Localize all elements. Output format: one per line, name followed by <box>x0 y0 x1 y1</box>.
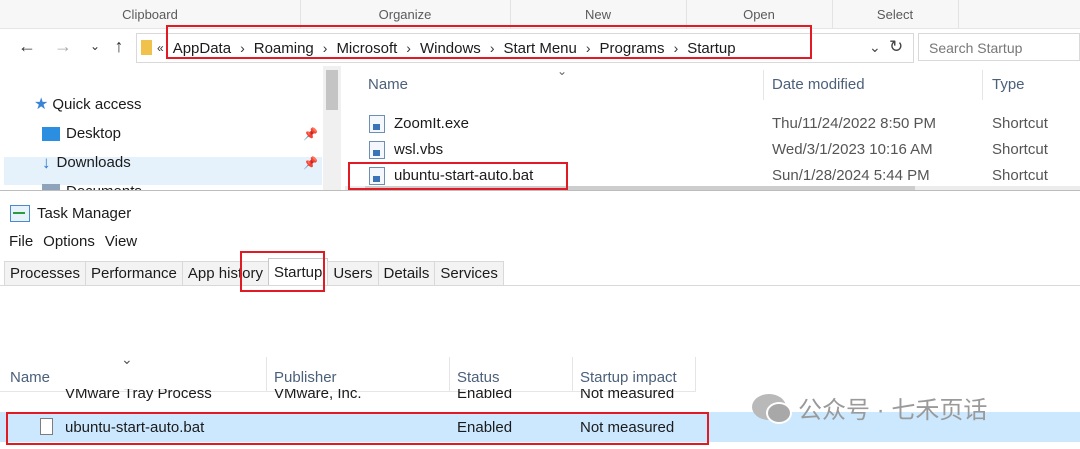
menu-file[interactable]: File <box>9 233 33 250</box>
tab-processes[interactable]: Processes <box>4 261 87 286</box>
startup-app-status: Enabled <box>457 389 513 402</box>
column-header-startup-impact[interactable]: Startup impact <box>580 369 677 386</box>
up-arrow-icon[interactable]: ↑ <box>108 35 130 57</box>
shortcut-file-icon <box>369 115 385 133</box>
file-name: wsl.vbs <box>394 141 444 158</box>
navigation-pane: ★ Quick access Desktop 📌 ↓ Downloads 📌 D… <box>0 66 342 190</box>
column-header-name[interactable]: Name <box>368 76 408 93</box>
menu-view[interactable]: View <box>105 233 137 250</box>
tab-users[interactable]: Users <box>327 261 379 286</box>
column-divider[interactable] <box>572 357 573 391</box>
nav-item-quick-access[interactable]: ★ Quick access <box>34 92 142 118</box>
desktop-icon <box>42 127 60 141</box>
window-title: Task Manager <box>10 203 131 223</box>
star-icon: ★ <box>34 96 49 113</box>
address-highlight-box <box>166 25 812 59</box>
folder-icon <box>141 40 152 55</box>
overflow-chevron-icon[interactable]: « <box>157 41 164 55</box>
ribbon-group-clipboard: Clipboard <box>0 0 301 28</box>
nav-pane-scrollbar[interactable] <box>323 66 341 190</box>
nav-item-desktop[interactable]: Desktop <box>42 121 121 147</box>
column-divider[interactable] <box>266 357 267 391</box>
menu-options[interactable]: Options <box>43 233 95 250</box>
forward-arrow-icon[interactable]: → <box>52 35 74 57</box>
sort-chevron-icon: ⌄ <box>121 351 133 367</box>
pin-icon[interactable]: 📌 <box>303 127 318 141</box>
column-divider[interactable] <box>695 357 696 391</box>
column-divider[interactable] <box>449 357 450 391</box>
column-header-type[interactable]: Type <box>992 76 1025 93</box>
nav-item-documents[interactable]: Documents <box>42 178 142 190</box>
file-date: Sun/1/28/2024 5:44 PM <box>772 167 930 184</box>
tab-services[interactable]: Services <box>434 261 504 286</box>
startup-app-impact: Not measured <box>580 389 675 402</box>
sort-chevron-icon: ⌄ <box>557 64 568 78</box>
file-type: Shortcut <box>992 141 1048 158</box>
ribbon-group-organize: Organize <box>300 0 511 28</box>
file-name: ZoomIt.exe <box>394 115 470 132</box>
pin-icon[interactable]: 📌 <box>303 156 318 170</box>
watermark: 公众号 · 七禾页话 <box>752 389 987 425</box>
ribbon-group-open: Open <box>686 0 833 28</box>
startup-row-highlight-box <box>6 412 709 445</box>
task-manager-icon <box>10 204 30 222</box>
startup-app-name: VMware Tray Process <box>65 389 212 402</box>
startup-tab-highlight-box <box>240 251 325 292</box>
search-input[interactable]: Search Startup <box>918 33 1080 61</box>
file-highlight-box <box>348 162 568 190</box>
column-header-name[interactable]: Name <box>10 369 50 386</box>
nav-item-downloads[interactable]: ↓ Downloads <box>42 150 131 176</box>
refresh-icon[interactable]: ↻ <box>889 37 903 57</box>
address-dropdown-chevron-icon[interactable]: ⌄ <box>869 39 881 56</box>
tab-performance[interactable]: Performance <box>85 261 183 286</box>
table-row[interactable]: VMware Tray Process VMware, Inc. Enabled… <box>0 389 696 403</box>
ribbon-group-select: Select <box>832 0 959 28</box>
ribbon-group-new: New <box>510 0 687 28</box>
column-header-date-modified[interactable]: Date modified <box>772 76 865 93</box>
file-date: Wed/3/1/2023 10:16 AM <box>772 141 933 158</box>
file-row[interactable]: ZoomIt.exe Thu/11/24/2022 8:50 PM Shortc… <box>345 111 1080 137</box>
file-row[interactable]: wsl.vbs Wed/3/1/2023 10:16 AM Shortcut <box>345 137 1080 163</box>
scrollbar-thumb[interactable] <box>326 70 338 110</box>
recent-locations-chevron-icon[interactable]: ⌄ <box>84 35 106 57</box>
startup-app-publisher: VMware, Inc. <box>274 389 362 402</box>
column-header-publisher[interactable]: Publisher <box>274 369 337 386</box>
file-type: Shortcut <box>992 167 1048 184</box>
download-arrow-icon: ↓ <box>42 153 51 172</box>
tab-divider <box>0 285 1080 286</box>
file-date: Thu/11/24/2022 8:50 PM <box>772 115 937 132</box>
menu-bar: File Options View <box>9 233 137 250</box>
shortcut-file-icon <box>369 141 385 159</box>
wechat-logo-icon <box>752 394 792 424</box>
back-arrow-icon[interactable]: ← <box>16 35 38 57</box>
column-header-status[interactable]: Status <box>457 369 500 386</box>
column-divider[interactable] <box>763 70 764 100</box>
column-divider[interactable] <box>982 70 983 100</box>
file-type: Shortcut <box>992 115 1048 132</box>
tab-details[interactable]: Details <box>377 261 436 286</box>
